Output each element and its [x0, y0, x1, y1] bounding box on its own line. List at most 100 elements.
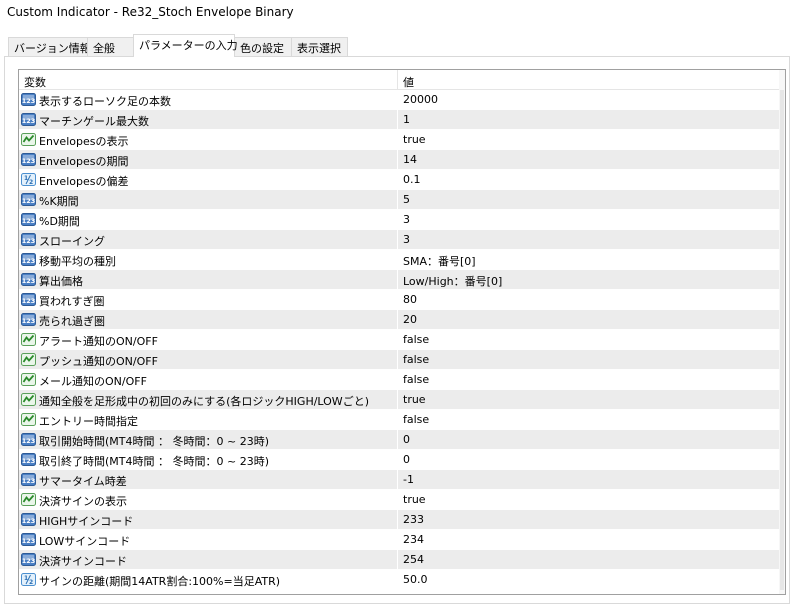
window-title: Custom Indicator - Re32_Stoch Envelope B… [7, 5, 294, 19]
parameter-value[interactable]: SMA：番号[0] [403, 253, 476, 269]
int-icon: 123 [21, 252, 36, 267]
parameter-name: アラート通知のON/OFF [39, 335, 158, 348]
parameter-row[interactable]: Envelopesの表示 true [19, 130, 779, 150]
parameter-row[interactable]: 123 マーチンゲール最大数 1 [19, 110, 779, 130]
parameter-value[interactable]: 20000 [403, 93, 438, 106]
parameter-row[interactable]: 1 2 サインの距離(期間14ATR割合:100%=当足ATR) 50.0 [19, 570, 779, 590]
parameter-name: エントリー時間指定 [39, 415, 138, 428]
cell-divider [397, 310, 398, 330]
parameter-row[interactable]: 123 決済サインコード 254 [19, 550, 779, 570]
int-icon: 123 [21, 272, 36, 287]
parameter-row[interactable]: 123 取引開始時間(MT4時間 ： 冬時間：0 ~ 23時) 0 [19, 430, 779, 450]
parameter-row[interactable]: 123 取引終了時間(MT4時間 ： 冬時間：0 ~ 23時) 0 [19, 450, 779, 470]
parameter-value[interactable]: 3 [403, 213, 410, 226]
parameter-value[interactable]: 50.0 [403, 573, 428, 586]
parameter-value[interactable]: false [403, 413, 429, 426]
column-header-variable[interactable]: 変数 [24, 74, 46, 90]
parameter-value[interactable]: 3 [403, 233, 410, 246]
cell-divider [397, 210, 398, 230]
parameter-value[interactable]: true [403, 133, 426, 146]
parameter-value[interactable]: false [403, 353, 429, 366]
parameter-row[interactable]: アラート通知のON/OFF false [19, 330, 779, 350]
parameter-name: 売られ過ぎ圏 [39, 315, 105, 328]
svg-text:123: 123 [22, 257, 36, 265]
parameter-row[interactable]: プッシュ通知のON/OFF false [19, 350, 779, 370]
scrollbar-thumb[interactable] [780, 90, 784, 590]
parameter-value[interactable]: Low/High：番号[0] [403, 273, 502, 289]
parameter-name: サインの距離(期間14ATR割合:100%=当足ATR) [39, 575, 281, 588]
parameter-row[interactable]: エントリー時間指定 false [19, 410, 779, 430]
tab-4[interactable]: 色の設定 [234, 37, 292, 56]
parameter-value[interactable]: 234 [403, 533, 424, 546]
parameter-value[interactable]: 80 [403, 293, 417, 306]
int-icon: 123 [21, 472, 36, 487]
parameter-value[interactable]: 0.1 [403, 173, 421, 186]
parameter-row[interactable]: 123 スローイング 3 [19, 230, 779, 250]
bool-icon [21, 492, 36, 507]
tab-2[interactable]: 全般 [87, 37, 134, 56]
parameter-row[interactable]: メール通知のON/OFF false [19, 370, 779, 390]
parameter-row[interactable]: 123 %K期間 5 [19, 190, 779, 210]
parameter-row[interactable]: 123 LOWサインコード 234 [19, 530, 779, 550]
parameter-row[interactable]: 123 %D期間 3 [19, 210, 779, 230]
parameter-name: 決済サインの表示 [39, 495, 127, 508]
parameter-value[interactable]: 14 [403, 153, 417, 166]
svg-text:2: 2 [29, 179, 33, 186]
parameter-name: 取引終了時間(MT4時間 ： 冬時間：0 ~ 23時) [39, 455, 269, 468]
parameter-row[interactable]: 123 Envelopesの期間 14 [19, 150, 779, 170]
parameter-value[interactable]: 233 [403, 513, 424, 526]
cell-divider [397, 330, 398, 350]
cell-divider [397, 150, 398, 170]
parameter-value[interactable]: 0 [403, 433, 410, 446]
parameter-row[interactable]: 123 サマータイム時差 -1 [19, 470, 779, 490]
tab-1[interactable]: バージョン情報 [8, 37, 91, 56]
column-divider[interactable] [397, 70, 398, 90]
parameter-value[interactable]: false [403, 333, 429, 346]
parameter-value[interactable]: 0 [403, 453, 410, 466]
parameter-value[interactable]: 5 [403, 193, 410, 206]
tab-3[interactable]: パラメーターの入力 [133, 34, 238, 57]
cell-divider [397, 350, 398, 370]
svg-text:123: 123 [22, 477, 36, 485]
parameter-value[interactable]: true [403, 493, 426, 506]
parameter-name: %K期間 [39, 195, 79, 208]
cell-divider [397, 510, 398, 530]
parameter-value[interactable]: 254 [403, 553, 424, 566]
parameter-name: スローイング [39, 235, 105, 248]
parameter-value[interactable]: 20 [403, 313, 417, 326]
bool-icon [21, 392, 36, 407]
parameter-row[interactable]: 123 HIGHサインコード 233 [19, 510, 779, 530]
parameter-row[interactable]: 通知全般を足形成中の初回のみにする(各ロジックHIGH/LOWごと) true [19, 390, 779, 410]
cell-divider [397, 430, 398, 450]
parameter-row[interactable]: 123 売られ過ぎ圏 20 [19, 310, 779, 330]
int-icon: 123 [21, 92, 36, 107]
cell-divider [397, 450, 398, 470]
int-icon: 123 [21, 192, 36, 207]
parameter-row[interactable]: 123 算出価格 Low/High：番号[0] [19, 270, 779, 290]
parameter-name: メール通知のON/OFF [39, 375, 147, 388]
int-icon: 123 [21, 532, 36, 547]
column-header-value[interactable]: 値 [403, 74, 414, 90]
cell-divider [397, 550, 398, 570]
cell-divider [397, 170, 398, 190]
parameter-value[interactable]: false [403, 373, 429, 386]
int-icon: 123 [21, 432, 36, 447]
parameter-row[interactable]: 1 2 Envelopesの偏差 0.1 [19, 170, 779, 190]
parameter-row[interactable]: 決済サインの表示 true [19, 490, 779, 510]
parameter-value[interactable]: 1 [403, 113, 410, 126]
parameter-name: Envelopesの偏差 [39, 175, 129, 188]
parameter-row[interactable]: 123 移動平均の種別 SMA：番号[0] [19, 250, 779, 270]
parameter-row[interactable]: 123 表示するローソク足の本数 20000 [19, 90, 779, 110]
bool-icon [21, 372, 36, 387]
cell-divider [397, 270, 398, 290]
tab-5[interactable]: 表示選択 [291, 37, 348, 56]
bool-icon [21, 352, 36, 367]
parameter-value[interactable]: true [403, 393, 426, 406]
tab-strip: バージョン情報 全般 パラメーターの入力 色の設定 表示選択 [0, 33, 791, 57]
parameter-name: 算出価格 [39, 275, 83, 288]
parameter-value[interactable]: -1 [403, 473, 414, 486]
parameter-row[interactable]: 123 買われすぎ圏 80 [19, 290, 779, 310]
int-icon: 123 [21, 212, 36, 227]
svg-text:123: 123 [22, 557, 36, 565]
vertical-scrollbar[interactable] [779, 70, 785, 594]
